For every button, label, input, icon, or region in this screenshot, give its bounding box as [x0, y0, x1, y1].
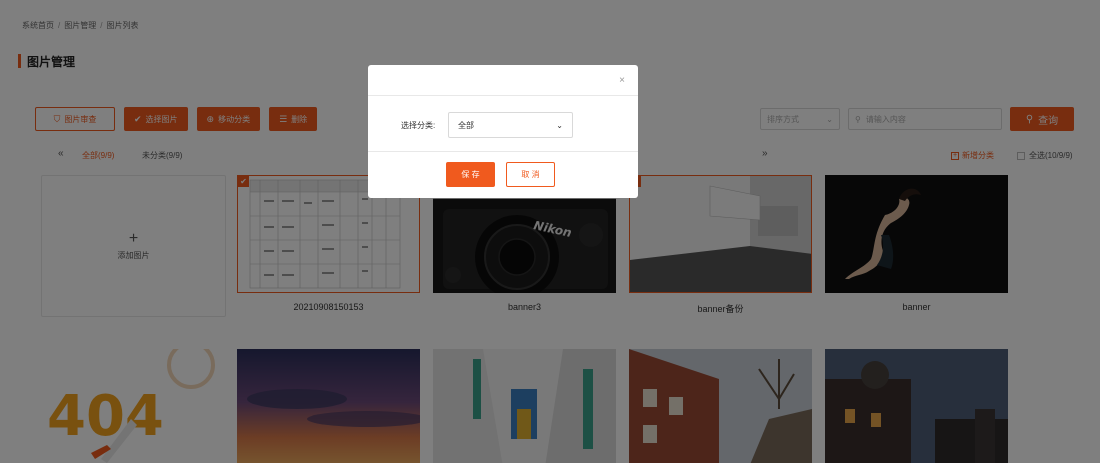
category-select[interactable]: 全部 ⌄ [448, 112, 573, 138]
cancel-button[interactable]: 取 消 [506, 162, 555, 187]
chevron-down-icon: ⌄ [556, 120, 563, 130]
close-icon[interactable]: × [619, 75, 625, 86]
category-dialog: × 选择分类: 全部 ⌄ 保 存 取 消 [368, 65, 638, 198]
dialog-divider [368, 95, 638, 96]
category-select-value: 全部 [458, 120, 474, 130]
save-button[interactable]: 保 存 [446, 162, 495, 187]
category-field-label: 选择分类: [401, 121, 436, 130]
dialog-divider [368, 151, 638, 152]
